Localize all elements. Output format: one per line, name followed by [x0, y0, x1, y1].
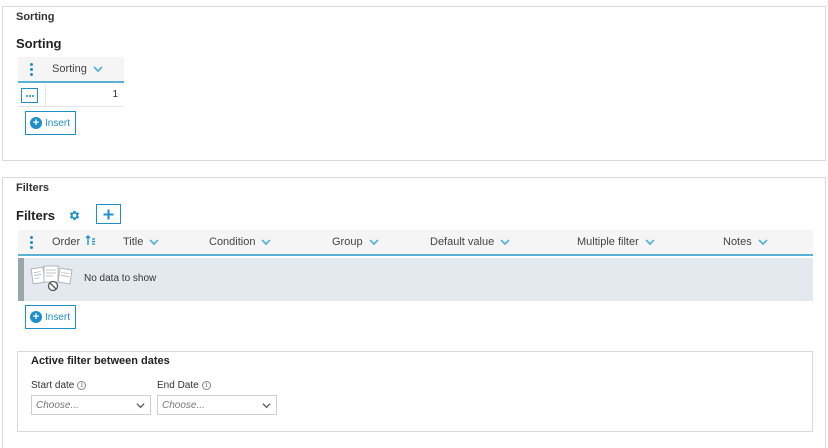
- info-icon[interactable]: i: [77, 381, 87, 390]
- plus-circle-icon: +: [30, 117, 42, 129]
- filters-insert-button[interactable]: + Insert: [25, 305, 77, 329]
- sorting-grid-row: 1: [18, 85, 124, 107]
- chevron-down-icon: [262, 401, 271, 413]
- column-header-label: Multiple filter: [577, 236, 639, 248]
- sorting-panel: Sorting Sorting Sorting 1 + Insert: [2, 6, 826, 161]
- chevron-down-icon: [93, 64, 103, 74]
- start-date-label-text: Start date: [31, 380, 75, 391]
- column-header-label: Condition: [209, 236, 256, 248]
- chevron-down-icon: [136, 401, 145, 413]
- start-date-placeholder: Choose...: [36, 399, 79, 411]
- column-header-multiple-filter[interactable]: Multiple filter: [577, 230, 655, 254]
- active-filter-box: Active filter between dates Start date i…: [17, 351, 813, 432]
- chevron-down-icon: [149, 237, 160, 247]
- sorting-grid-header: Sorting: [18, 57, 124, 83]
- start-date-select[interactable]: Choose...: [31, 395, 151, 415]
- column-header-label: Order: [52, 236, 81, 248]
- filters-section-title: Filters: [16, 208, 56, 223]
- column-header-default-value[interactable]: Default value: [430, 230, 510, 254]
- column-menu-icon[interactable]: [30, 63, 34, 77]
- column-header-condition[interactable]: Condition: [209, 230, 272, 254]
- start-date-label: Start date i: [31, 380, 87, 391]
- column-header-title[interactable]: Title: [123, 230, 160, 254]
- filters-panel-legend: Filters: [16, 182, 50, 194]
- filters-empty-row: No data to show: [18, 258, 813, 301]
- column-header-label: Group: [332, 236, 363, 248]
- column-header-label: Default value: [430, 236, 495, 248]
- sorting-section-title: Sorting: [16, 36, 62, 51]
- plus-circle-icon: +: [30, 311, 42, 323]
- column-header-label: Title: [123, 236, 144, 248]
- end-date-label-text: End Date: [157, 380, 199, 391]
- insert-label: Insert: [45, 117, 71, 129]
- column-header-order[interactable]: Order: [52, 230, 96, 254]
- sorting-insert-button[interactable]: + Insert: [25, 111, 77, 135]
- column-header-group[interactable]: Group: [332, 230, 379, 254]
- chevron-down-icon: [758, 237, 768, 247]
- empty-state-text: No data to show: [84, 273, 157, 284]
- chevron-down-icon: [368, 237, 379, 247]
- sorting-cell-value[interactable]: 1: [112, 89, 118, 100]
- filters-grid-header: Order Title Condition Group Default valu…: [18, 230, 813, 256]
- end-date-label: End Date i: [157, 380, 211, 391]
- column-header-label: Notes: [723, 236, 752, 248]
- chevron-down-icon: [500, 237, 510, 247]
- insert-label: Insert: [45, 311, 71, 323]
- add-filter-button[interactable]: [96, 204, 121, 224]
- active-filter-title: Active filter between dates: [31, 355, 170, 367]
- filters-panel: Filters Filters Order Title Condition Gr…: [2, 177, 826, 448]
- chevron-down-icon: [261, 237, 272, 247]
- no-data-icon: [30, 264, 74, 294]
- end-date-placeholder: Choose...: [162, 399, 205, 411]
- column-menu-icon[interactable]: [30, 236, 34, 250]
- info-icon[interactable]: i: [201, 381, 211, 390]
- gear-icon[interactable]: [68, 209, 81, 222]
- plus-icon: [103, 209, 114, 219]
- sort-ascending-icon: [85, 235, 96, 249]
- row-actions-button[interactable]: [21, 88, 38, 103]
- column-header-label: Sorting: [52, 63, 87, 75]
- end-date-select[interactable]: Choose...: [157, 395, 277, 415]
- column-header-sorting[interactable]: Sorting: [52, 57, 103, 81]
- sorting-panel-legend: Sorting: [16, 11, 55, 23]
- chevron-down-icon: [645, 237, 655, 247]
- column-header-notes[interactable]: Notes: [723, 230, 768, 254]
- row-divider: [45, 85, 46, 107]
